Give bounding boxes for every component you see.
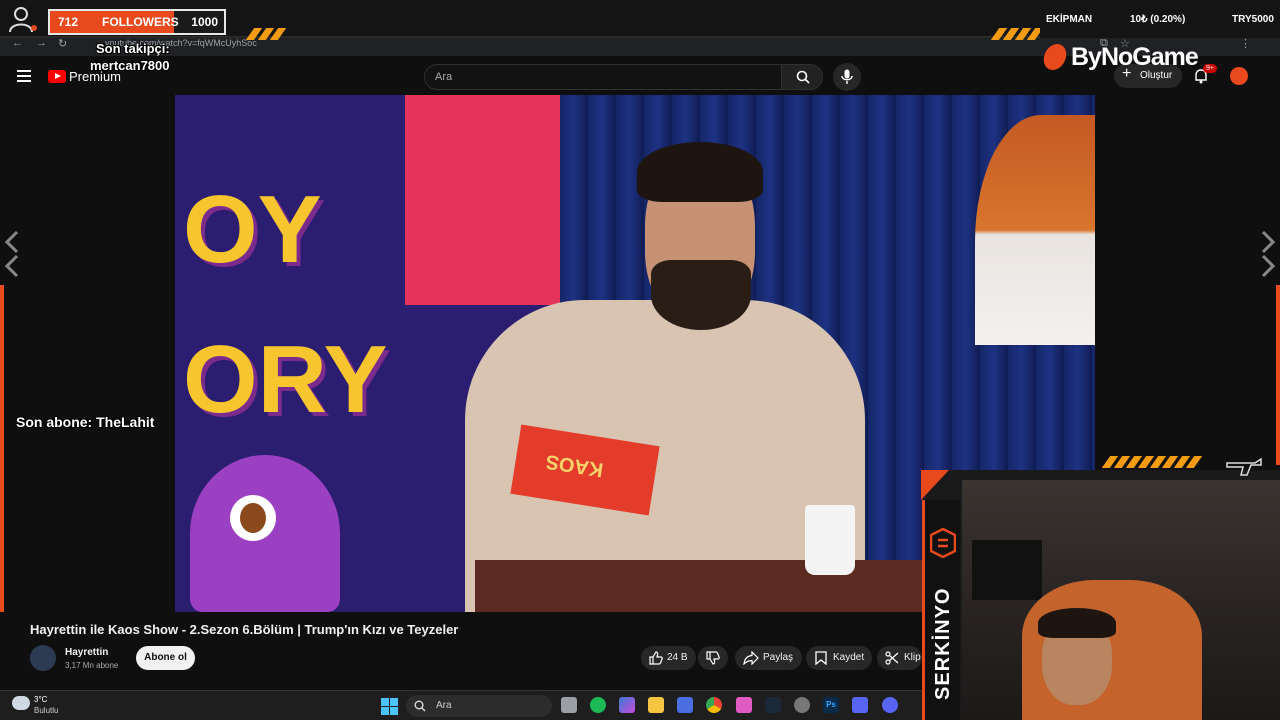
settings-icon[interactable] — [794, 697, 810, 713]
followers-count: 712 — [58, 15, 79, 29]
decor-edge — [1276, 285, 1280, 465]
followers-goal-bar: 712 FOLLOWERS 1000 — [48, 9, 226, 35]
folder-icon[interactable] — [648, 697, 664, 713]
video-details: Hayrettin ile Kaos Show - 2.Sezon 6.Bölü… — [0, 612, 922, 692]
video-title: Hayrettin ile Kaos Show - 2.Sezon 6.Bölü… — [30, 622, 459, 637]
spotify-icon[interactable] — [590, 697, 606, 713]
streamer-logo-icon — [930, 528, 956, 558]
webcam-feed — [962, 480, 1280, 720]
weather-description[interactable]: Bulutlu — [34, 706, 58, 715]
scissors-icon — [885, 651, 899, 665]
copilot-icon[interactable] — [619, 697, 635, 713]
last-follower-label: Son takipçi: — [96, 41, 170, 56]
ticker-box: EKİPMAN 10₺ (0.20%) TRY5000 — [1040, 0, 1280, 38]
rifle-icon — [1226, 457, 1262, 476]
channel-avatar[interactable] — [30, 645, 56, 671]
windows-start-icon[interactable] — [381, 698, 398, 715]
browser-menu-icon[interactable]: ⋮ — [1240, 37, 1251, 50]
store-icon[interactable] — [677, 697, 693, 713]
ticker-value: 10₺ (0.20%) — [1130, 14, 1186, 25]
weather-temperature[interactable]: 3°C — [34, 695, 47, 704]
reload-icon[interactable]: ↻ — [58, 37, 67, 50]
host-beard — [651, 260, 751, 330]
back-icon[interactable]: ← — [12, 37, 23, 49]
taskbar-search[interactable]: Ara — [406, 695, 552, 717]
streamer-name: SERKİNYO — [932, 587, 954, 700]
side-chevron-icon — [4, 230, 19, 278]
notification-badge: 9+ — [1203, 64, 1217, 73]
last-subscriber: Son abone: TheLahit — [16, 414, 155, 430]
subscriber-count: 3,17 Mn abone — [65, 661, 119, 670]
mug — [805, 505, 855, 575]
channel-name[interactable]: Hayrettin — [65, 647, 108, 658]
host-hair — [637, 142, 763, 202]
ticker-label: EKİPMAN — [1046, 14, 1093, 25]
save-button[interactable]: Kaydet — [806, 646, 872, 670]
youtube-logo-icon[interactable] — [48, 70, 66, 83]
account-avatar[interactable] — [1230, 67, 1248, 85]
search-input[interactable]: Ara — [424, 64, 782, 90]
decor-stripes — [245, 27, 287, 40]
save-label: Kaydet — [833, 652, 865, 663]
search-button[interactable] — [781, 64, 823, 90]
store-icon[interactable] — [852, 697, 868, 713]
paint-icon[interactable] — [736, 697, 752, 713]
last-follower-name: mertcan7800 — [90, 58, 170, 73]
poster-title: OY ORY — [183, 176, 388, 433]
dragon-illustration — [190, 455, 340, 612]
thumbs-down-icon — [706, 651, 720, 665]
microphone-icon — [841, 69, 853, 84]
clip-button[interactable]: Klip — [877, 646, 922, 670]
windows-taskbar: 3°C Bulutlu Ara Ps — [0, 690, 922, 720]
share-label: Paylaş — [763, 652, 794, 663]
clip-label: Klip — [904, 652, 921, 663]
sponsor-name: ByNoGame — [1071, 43, 1199, 71]
card-text: KAOS — [544, 449, 605, 481]
voice-search-button[interactable] — [833, 63, 861, 91]
followers-goal: 1000 — [191, 15, 218, 29]
share-button[interactable]: Paylaş — [735, 646, 802, 670]
photoshop-icon[interactable]: Ps — [823, 697, 839, 713]
dragon-eye — [230, 495, 276, 541]
decor-stripes — [990, 27, 1044, 40]
decor-stripes — [1101, 455, 1203, 468]
side-chevron-icon — [1261, 230, 1276, 278]
like-count: 24 B — [667, 652, 688, 663]
task-view-icon[interactable] — [561, 697, 577, 713]
forward-icon[interactable]: → — [36, 37, 47, 49]
stream-overlay-topbar: 712 FOLLOWERS 1000 EKİPMAN 10₺ (0.20%) T… — [0, 0, 1280, 40]
screen: ← → ↻ youtube.com/watch?v=fqWMcUyhSoc ⧉ … — [0, 0, 1280, 720]
cloud-icon[interactable] — [12, 696, 30, 710]
steam-icon[interactable] — [765, 697, 781, 713]
decor-edge — [0, 285, 4, 615]
like-button[interactable]: 24 B — [641, 646, 696, 670]
chrome-icon[interactable] — [706, 697, 722, 713]
hamburger-menu-icon[interactable] — [17, 70, 31, 82]
ticker-code: TRY5000 — [1232, 14, 1274, 25]
thumbs-up-icon — [649, 651, 663, 665]
corner-accent-icon — [921, 470, 949, 500]
discord-icon[interactable] — [882, 697, 898, 713]
search-icon — [796, 70, 810, 84]
streamer-hair — [1038, 608, 1116, 638]
search-icon — [414, 700, 426, 712]
room-shelf — [972, 540, 1042, 600]
dislike-button[interactable] — [698, 646, 728, 670]
followers-label: FOLLOWERS — [102, 15, 179, 29]
share-icon — [743, 651, 759, 665]
subscribe-button[interactable]: Abone ol — [136, 646, 195, 670]
bookmark-icon — [815, 651, 827, 665]
user-icon — [9, 7, 37, 33]
